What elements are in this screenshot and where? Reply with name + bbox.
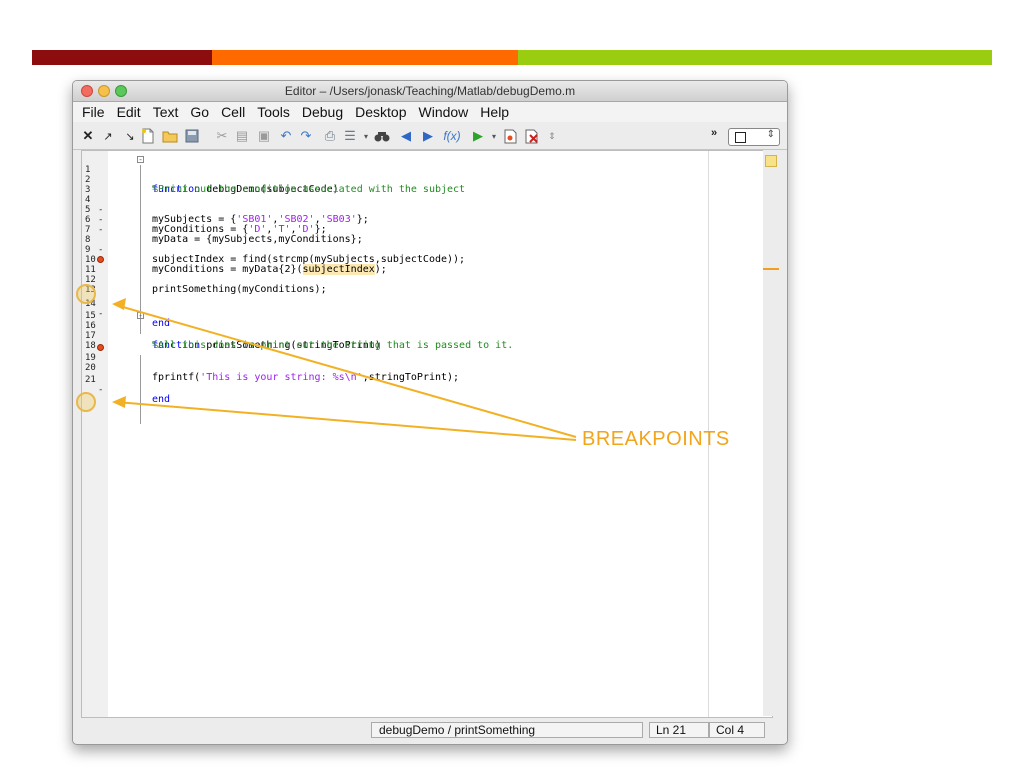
breakpoints-annotation: BREAKPOINTS bbox=[582, 428, 730, 450]
annotation-arrow-line bbox=[115, 401, 577, 441]
annotation-arrow-line bbox=[115, 304, 577, 438]
arrow-head-icon bbox=[112, 396, 126, 408]
arrow-head-icon bbox=[112, 298, 126, 310]
annotation-arrows bbox=[112, 298, 577, 441]
